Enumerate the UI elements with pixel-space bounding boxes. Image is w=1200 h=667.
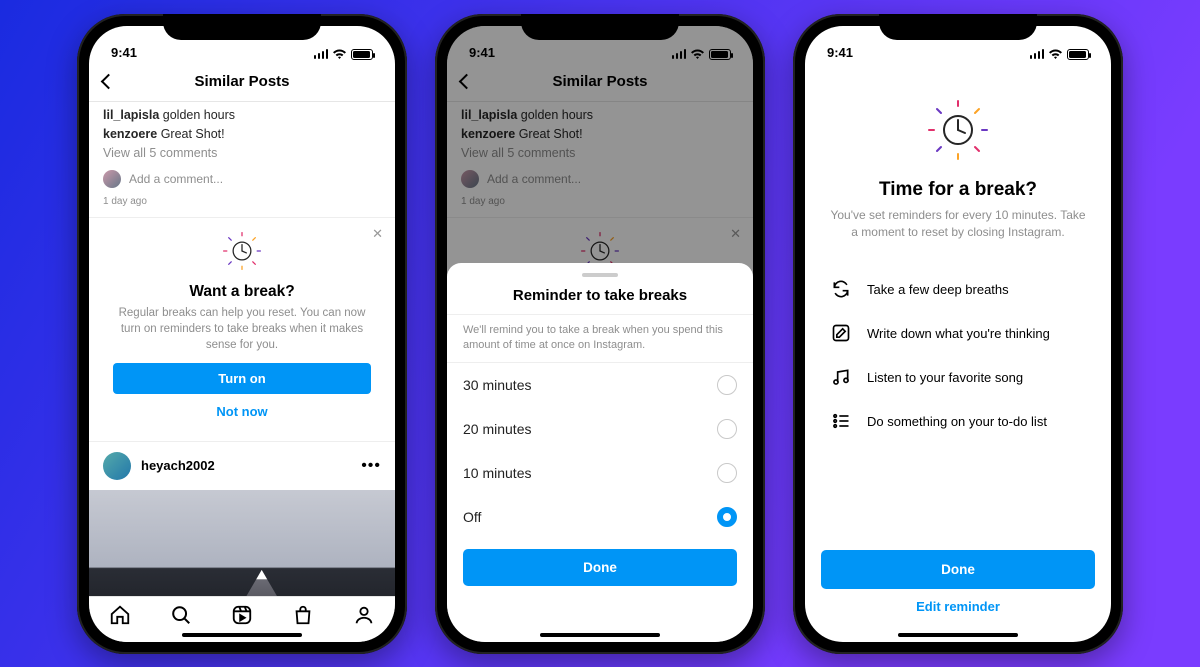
tips-list: Take a few deep breaths Write down what … — [827, 267, 1089, 443]
card-body: Regular breaks can help you reset. You c… — [113, 305, 371, 353]
profile-icon[interactable] — [353, 604, 375, 626]
header-title: Similar Posts — [89, 73, 395, 90]
tip-label: Listen to your favorite song — [867, 370, 1023, 385]
more-icon[interactable]: ••• — [361, 457, 381, 475]
break-body: You've set reminders for every 10 minute… — [827, 207, 1089, 242]
tip-label: Take a few deep breaths — [867, 282, 1009, 297]
status-icons — [1030, 49, 1090, 60]
home-indicator — [540, 633, 660, 637]
sheet-grabber[interactable] — [582, 273, 618, 277]
phone-3: 9:41 Time for a break? You've set remind… — [793, 14, 1123, 654]
option-off[interactable]: Off — [447, 495, 753, 539]
avatar — [103, 170, 121, 188]
close-icon[interactable]: ✕ — [372, 226, 383, 242]
notch — [879, 14, 1037, 40]
home-indicator — [898, 633, 1018, 637]
wifi-icon — [332, 49, 347, 60]
tip-row: Listen to your favorite song — [831, 355, 1085, 399]
home-icon[interactable] — [109, 604, 131, 626]
notch — [521, 14, 679, 40]
music-icon — [831, 367, 851, 387]
edit-icon — [831, 323, 851, 343]
comment-row[interactable]: kenzoere Great Shot! — [103, 125, 381, 144]
status-icons — [314, 49, 374, 60]
shop-icon[interactable] — [292, 604, 314, 626]
tip-row: Take a few deep breaths — [831, 267, 1085, 311]
break-full-screen: Time for a break? You've set reminders f… — [805, 62, 1111, 444]
tip-label: Do something on your to-do list — [867, 414, 1047, 429]
add-comment-placeholder: Add a comment... — [129, 172, 223, 186]
radio-selected-icon — [717, 507, 737, 527]
reels-icon[interactable] — [231, 604, 253, 626]
not-now-button[interactable]: Not now — [113, 394, 371, 429]
header: Similar Posts — [89, 62, 395, 102]
battery-icon — [1067, 49, 1089, 60]
notch — [163, 14, 321, 40]
clock-burst-icon — [827, 100, 1089, 165]
comment-row[interactable]: lil_lapisla golden hours — [103, 106, 381, 125]
avatar — [103, 452, 131, 480]
phone-1: 9:41 Similar Posts lil_lapisla golden ho… — [77, 14, 407, 654]
radio-icon — [717, 419, 737, 439]
break-card: ✕ Want a break? Regular breaks can help … — [89, 217, 395, 442]
done-button[interactable]: Done — [821, 550, 1095, 589]
view-all-comments[interactable]: View all 5 comments — [103, 144, 381, 163]
phone-2: 9:41 Similar Posts lil_lapisla golden ho… — [435, 14, 765, 654]
add-comment-row[interactable]: Add a comment... — [89, 166, 395, 192]
radio-icon — [717, 463, 737, 483]
home-indicator — [182, 633, 302, 637]
break-title: Time for a break? — [827, 179, 1089, 201]
signal-icon — [314, 49, 329, 59]
clock-burst-icon — [113, 232, 371, 275]
option-30[interactable]: 30 minutes — [447, 363, 753, 407]
edit-reminder-button[interactable]: Edit reminder — [821, 589, 1095, 624]
tip-row: Write down what you're thinking — [831, 311, 1085, 355]
battery-icon — [351, 49, 373, 60]
refresh-icon — [831, 279, 851, 299]
sheet-title: Reminder to take breaks — [447, 287, 753, 314]
status-time: 9:41 — [111, 45, 137, 60]
turn-on-button[interactable]: Turn on — [113, 363, 371, 394]
done-button[interactable]: Done — [463, 549, 737, 586]
screen-1: 9:41 Similar Posts lil_lapisla golden ho… — [89, 26, 395, 642]
screen-2: 9:41 Similar Posts lil_lapisla golden ho… — [447, 26, 753, 642]
option-20[interactable]: 20 minutes — [447, 407, 753, 451]
tip-label: Write down what you're thinking — [867, 326, 1050, 341]
sheet-subtitle: We'll remind you to take a break when yo… — [447, 314, 753, 363]
screen-3: 9:41 Time for a break? You've set remind… — [805, 26, 1111, 642]
tip-row: Do something on your to-do list — [831, 399, 1085, 443]
post-header[interactable]: heyach2002 ••• — [89, 442, 395, 490]
card-title: Want a break? — [113, 283, 371, 301]
radio-icon — [717, 375, 737, 395]
post-timestamp: 1 day ago — [89, 192, 395, 213]
signal-icon — [1030, 49, 1045, 59]
list-icon — [831, 411, 851, 431]
option-10[interactable]: 10 minutes — [447, 451, 753, 495]
bottom-actions: Done Edit reminder — [805, 540, 1111, 624]
search-icon[interactable] — [170, 604, 192, 626]
wifi-icon — [1048, 49, 1063, 60]
reminder-sheet: Reminder to take breaks We'll remind you… — [447, 263, 753, 642]
comments-block: lil_lapisla golden hours kenzoere Great … — [89, 102, 395, 166]
status-time: 9:41 — [827, 45, 853, 60]
post-username: heyach2002 — [141, 458, 351, 473]
